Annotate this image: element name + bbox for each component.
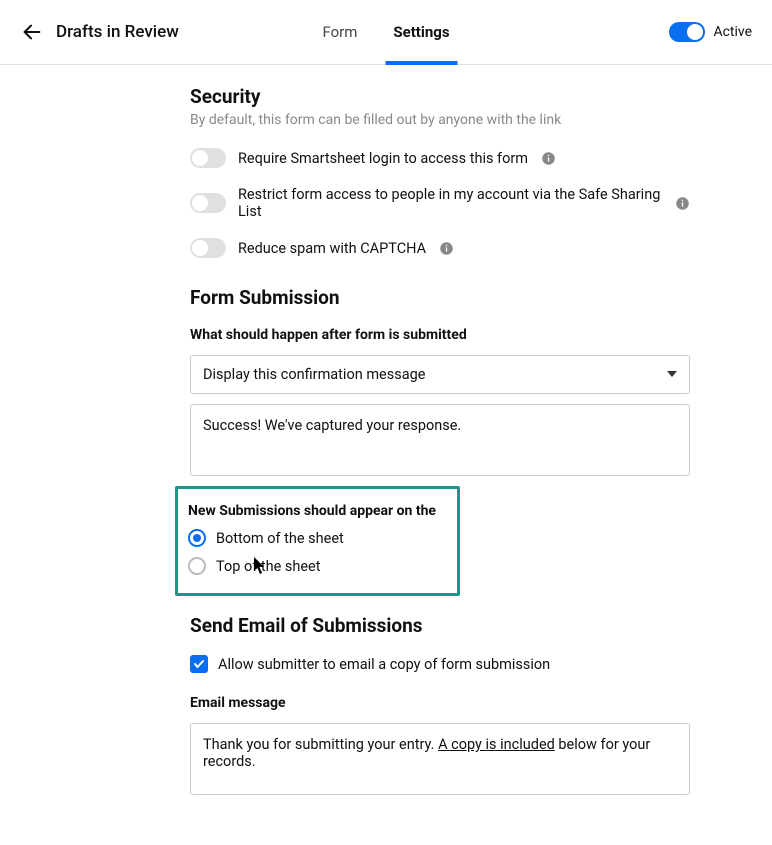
info-icon[interactable] (438, 240, 454, 256)
submission-heading: Form Submission (190, 286, 690, 309)
radio-bottom-label: Bottom of the sheet (216, 530, 344, 547)
tab-settings[interactable]: Settings (389, 0, 453, 64)
position-label: New Submissions should appear on the (188, 503, 447, 519)
require-login-toggle[interactable] (190, 148, 226, 168)
radio-bottom[interactable]: Bottom of the sheet (188, 529, 447, 547)
confirmation-select-value: Display this confirmation message (203, 366, 425, 383)
confirmation-select[interactable]: Display this confirmation message (190, 355, 690, 394)
active-toggle[interactable] (669, 22, 705, 42)
back-button[interactable] (20, 20, 44, 44)
confirmation-message-value: Success! We've captured your response. (203, 417, 461, 434)
security-subtitle: By default, this form can be filled out … (190, 112, 690, 128)
allow-email-checkbox[interactable] (190, 655, 208, 673)
email-heading: Send Email of Submissions (190, 614, 690, 637)
chevron-down-icon (667, 366, 677, 383)
info-icon[interactable] (675, 195, 690, 211)
restrict-access-toggle[interactable] (190, 193, 226, 213)
email-message-pre: Thank you for submitting your entry. (203, 736, 438, 753)
email-message-link[interactable]: A copy is included (438, 736, 555, 753)
email-message-label: Email message (190, 695, 690, 711)
captcha-toggle[interactable] (190, 238, 226, 258)
radio-top[interactable]: Top of the sheet (188, 557, 447, 575)
page-title: Drafts in Review (56, 22, 179, 42)
require-login-label: Require Smartsheet login to access this … (238, 150, 528, 167)
check-icon (193, 658, 205, 670)
radio-top-label: Top of the sheet (216, 558, 320, 575)
restrict-access-label: Restrict form access to people in my acc… (238, 186, 663, 220)
after-submit-label: What should happen after form is submitt… (190, 327, 690, 343)
tab-form[interactable]: Form (318, 0, 361, 64)
confirmation-message-input[interactable]: Success! We've captured your response. (190, 404, 690, 476)
allow-email-label: Allow submitter to email a copy of form … (218, 656, 550, 673)
security-heading: Security (190, 85, 690, 108)
active-toggle-label: Active (713, 24, 752, 40)
radio-icon (188, 557, 206, 575)
arrow-left-icon (21, 21, 43, 43)
email-message-input[interactable]: Thank you for submitting your entry. A c… (190, 723, 690, 795)
captcha-label: Reduce spam with CAPTCHA (238, 240, 426, 257)
radio-icon (188, 529, 206, 547)
submission-position-group: New Submissions should appear on the Bot… (175, 486, 460, 596)
info-icon[interactable] (540, 150, 556, 166)
